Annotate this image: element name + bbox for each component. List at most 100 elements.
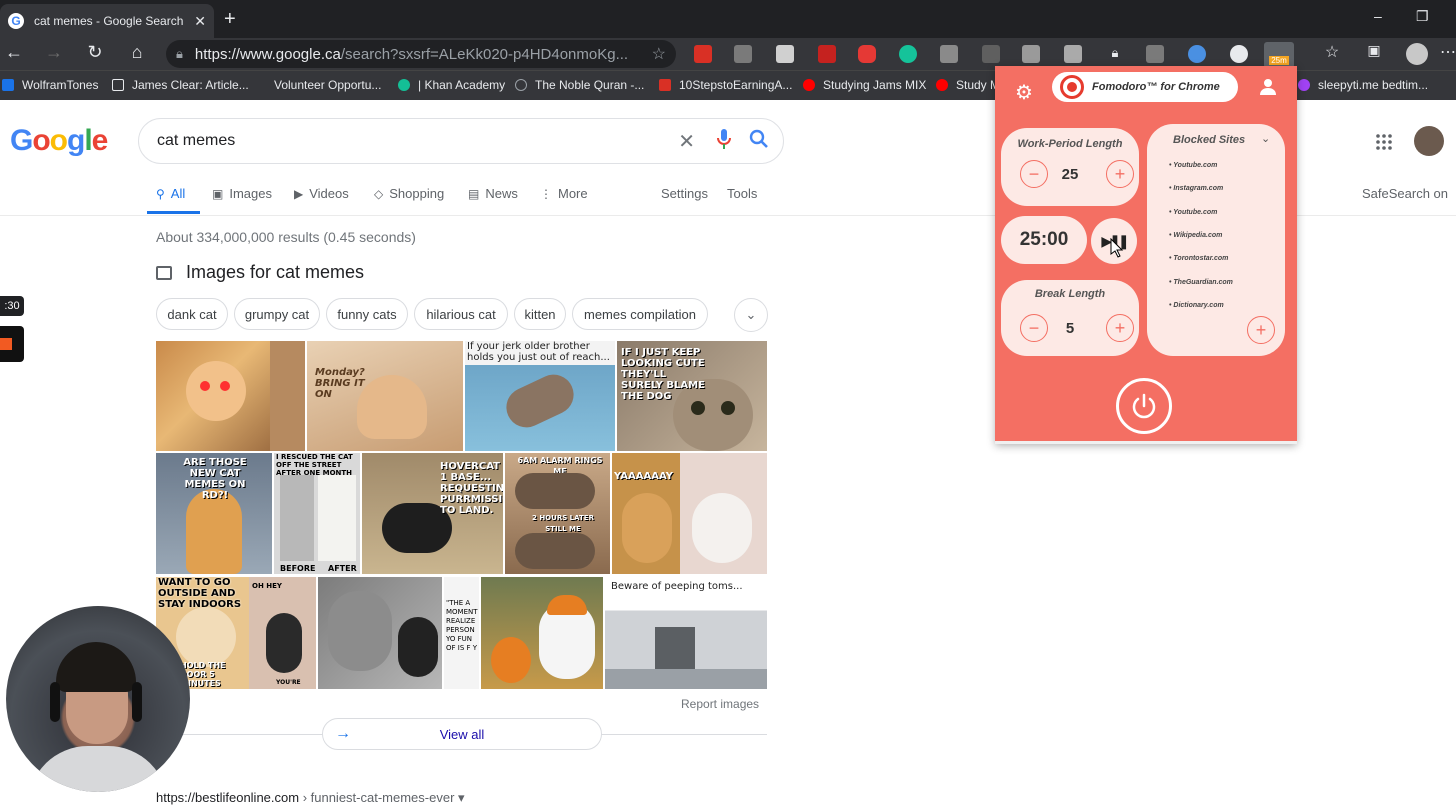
extension-icon[interactable] (734, 45, 752, 63)
profile-avatar[interactable] (1406, 43, 1428, 65)
blocked-site-item[interactable]: • Youtube.com (1169, 209, 1217, 216)
bookmark-item[interactable]: sleepyti.me bedtim... (1298, 78, 1428, 92)
home-icon[interactable]: ⌂ (125, 42, 149, 63)
reload-icon[interactable]: ↻ (83, 42, 107, 63)
break-increment-button[interactable]: + (1106, 314, 1134, 342)
bookmark-item[interactable]: WolframTones (2, 78, 98, 92)
apps-grid-icon[interactable] (1376, 134, 1392, 150)
image-result[interactable]: Monday? BRING IT ON (307, 341, 463, 451)
search-input[interactable]: cat memes (157, 132, 678, 150)
extension-icon[interactable] (982, 45, 1000, 63)
image-result[interactable]: HOVERCAT 1 BASE... REQUESTING PURRMISSIO… (362, 453, 503, 574)
bookmark-item[interactable]: Studying Jams MIX (803, 78, 926, 92)
image-result[interactable]: If your jerk older brother holds you jus… (465, 341, 615, 451)
chevron-down-icon[interactable]: ⌄ (1261, 132, 1270, 145)
search-box[interactable]: cat memes ✕ (138, 118, 784, 164)
bookmark-item[interactable]: 10StepstoEarningA... (659, 78, 792, 92)
image-result[interactable] (481, 577, 603, 689)
youtube-icon (803, 79, 815, 91)
restore-icon[interactable]: ❐ (1416, 8, 1429, 25)
report-images-link[interactable]: Report images (681, 697, 759, 711)
images-section-title[interactable]: Images for cat memes (156, 262, 364, 283)
result-breadcrumb[interactable]: https://bestlifeonline.com › funniest-ca… (156, 790, 465, 806)
grammarly-extension-icon[interactable] (899, 45, 917, 63)
clear-icon[interactable]: ✕ (678, 129, 695, 154)
extension-icon[interactable] (1146, 45, 1164, 63)
back-icon[interactable]: ← (2, 42, 26, 63)
tab-title: cat memes - Google Search (34, 14, 184, 28)
tab-more[interactable]: ⋮ More (540, 186, 588, 201)
minimize-icon[interactable]: – (1374, 8, 1382, 24)
account-avatar[interactable] (1414, 126, 1444, 156)
microphone-icon[interactable] (717, 128, 731, 155)
chip-hilarious-cat[interactable]: hilarious cat (414, 298, 508, 330)
tab-images[interactable]: ▣ Images (212, 186, 272, 201)
image-result[interactable]: Beware of peeping toms... (605, 577, 767, 689)
blocked-site-item[interactable]: • Torontostar.com (1169, 255, 1228, 262)
image-result[interactable] (156, 341, 305, 451)
settings-link[interactable]: Settings (661, 186, 708, 201)
tab-close-icon[interactable]: ✕ (194, 13, 206, 30)
address-bar[interactable]: 🔒︎ https://www.google.ca/search?sxsrf=AL… (166, 40, 676, 68)
image-result[interactable]: ARE THOSE NEW CAT MEMES ON RD?! (156, 453, 272, 574)
image-icon: ▣ (212, 186, 224, 201)
collections-icon[interactable]: ▣ (1362, 42, 1386, 59)
image-result[interactable]: YAAAAAAY (612, 453, 767, 574)
view-all-button[interactable]: → View all (322, 718, 602, 750)
power-button[interactable] (1116, 378, 1172, 434)
notion-extension-icon[interactable] (776, 45, 794, 63)
blocked-site-item[interactable]: • Youtube.com (1169, 162, 1217, 169)
extension-icon[interactable] (1188, 45, 1206, 63)
fomodoro-extension-icon[interactable]: 25m (1264, 42, 1294, 68)
bookmark-item[interactable]: Volunteer Opportu... (254, 78, 381, 92)
chevron-down-icon[interactable]: ▾ (454, 790, 465, 805)
bookmark-item[interactable]: James Clear: Article... (112, 78, 249, 92)
chip-dank-cat[interactable]: dank cat (156, 298, 228, 330)
extension-icon[interactable] (1022, 45, 1040, 63)
overlay-record-control[interactable] (0, 326, 24, 362)
blocked-site-item[interactable]: • Instagram.com (1169, 185, 1223, 192)
reading-list-icon[interactable]: ☆ (1320, 42, 1344, 62)
new-tab-button[interactable]: + (224, 8, 236, 31)
extension-icon[interactable] (940, 45, 958, 63)
lock-extension-icon[interactable]: 🔒︎ (1106, 45, 1124, 63)
tab-news[interactable]: ▤ News (468, 186, 518, 201)
forward-icon[interactable]: → (42, 42, 66, 63)
blocked-site-item[interactable]: • TheGuardian.com (1169, 279, 1233, 286)
google-logo[interactable]: Google (10, 124, 108, 158)
extension-icon[interactable] (1064, 45, 1082, 63)
image-result[interactable] (318, 577, 442, 689)
image-result[interactable]: IF I JUST KEEP LOOKING CUTE THEY'LL SURE… (617, 341, 767, 451)
tools-link[interactable]: Tools (727, 186, 757, 201)
work-increment-button[interactable]: + (1106, 160, 1134, 188)
image-result[interactable]: I RESCUED THE CAT OFF THE STREET AFTER O… (274, 453, 360, 574)
video-speed-extension-icon[interactable] (858, 45, 876, 63)
bookmark-item[interactable]: | Khan Academy (398, 78, 505, 92)
bookmark-star-icon[interactable]: ☆ (652, 44, 666, 64)
tab-google-search[interactable]: G cat memes - Google Search ✕ (0, 4, 214, 38)
chip-funny-cats[interactable]: funny cats (326, 298, 408, 330)
user-icon[interactable] (1259, 78, 1277, 101)
image-result[interactable]: "THE A MOMENT REALIZE PERSON YO FUN OF I… (444, 577, 479, 689)
bookmark-item[interactable]: Study M (936, 78, 1000, 92)
image-result[interactable]: 6AM ALARM RINGS ME 2 HOURS LATER STILL M… (505, 453, 610, 574)
chevron-down-icon[interactable]: ⌄ (734, 298, 768, 332)
search-icon[interactable] (749, 129, 769, 154)
power-icon (1132, 393, 1156, 419)
blocked-site-item[interactable]: • Dictionary.com (1169, 302, 1224, 309)
extension-icon[interactable] (1230, 45, 1248, 63)
chip-kitten[interactable]: kitten (514, 298, 566, 330)
tab-shopping[interactable]: ◇ Shopping (374, 186, 444, 201)
blocked-site-item[interactable]: • Wikipedia.com (1169, 232, 1222, 239)
add-site-button[interactable]: + (1247, 316, 1275, 344)
menu-icon[interactable]: ⋯ (1436, 42, 1456, 62)
tab-videos[interactable]: ▶ Videos (294, 186, 349, 201)
gear-icon[interactable]: ⚙ (1015, 80, 1033, 105)
ublock-extension-icon[interactable] (818, 45, 836, 63)
safesearch-status[interactable]: SafeSearch on (1362, 186, 1448, 201)
pocket-extension-icon[interactable] (694, 45, 712, 63)
tab-all[interactable]: ⚲ All (156, 186, 185, 201)
bookmark-item[interactable]: The Noble Quran -... (515, 78, 644, 92)
chip-grumpy-cat[interactable]: grumpy cat (234, 298, 320, 330)
chip-memes-compilation[interactable]: memes compilation (572, 298, 708, 330)
